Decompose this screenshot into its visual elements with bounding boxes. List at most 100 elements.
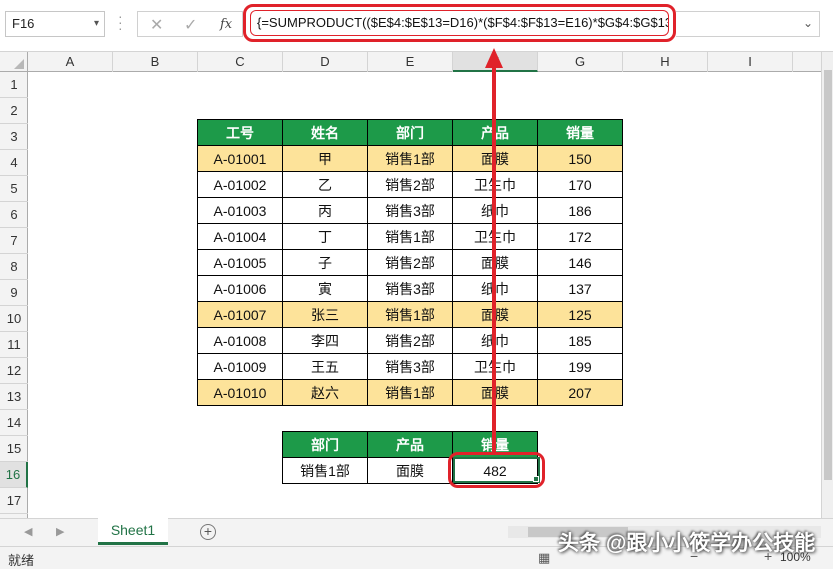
row-header-3[interactable]: 3 (0, 124, 28, 150)
row-header-9[interactable]: 9 (0, 280, 28, 306)
table-cell[interactable]: 销售2部 (367, 327, 453, 354)
table-cell[interactable]: 李四 (282, 327, 368, 354)
next-sheet-arrow-icon[interactable]: ▶ (56, 525, 64, 538)
table-cell[interactable]: 186 (537, 197, 623, 224)
table-cell[interactable]: A-01009 (197, 353, 283, 380)
table-cell[interactable]: 185 (537, 327, 623, 354)
row-header-2[interactable]: 2 (0, 98, 28, 124)
table-header-cell[interactable]: 姓名 (282, 119, 368, 146)
table-cell[interactable]: A-01001 (197, 145, 283, 172)
table-cell[interactable]: 销售2部 (367, 249, 453, 276)
name-box[interactable]: F16 ▾ (5, 11, 105, 37)
table-cell[interactable]: 纸巾 (452, 275, 538, 302)
table-cell[interactable]: 寅 (282, 275, 368, 302)
row-header-7[interactable]: 7 (0, 228, 28, 254)
table-cell[interactable]: 137 (537, 275, 623, 302)
table-cell[interactable]: 172 (537, 223, 623, 250)
column-header-g[interactable]: G (538, 52, 623, 72)
table-cell[interactable]: 199 (537, 353, 623, 380)
table-cell[interactable]: A-01004 (197, 223, 283, 250)
prev-sheet-arrow-icon[interactable]: ◀ (24, 525, 32, 538)
table-cell[interactable]: 125 (537, 301, 623, 328)
table-cell[interactable]: 150 (537, 145, 623, 172)
table-cell[interactable]: 王五 (282, 353, 368, 380)
table-cell[interactable]: 销售3部 (367, 197, 453, 224)
add-sheet-icon[interactable]: + (200, 524, 216, 540)
table-cell[interactable]: 张三 (282, 301, 368, 328)
table-cell[interactable]: 207 (537, 379, 623, 406)
table-cell[interactable]: A-01008 (197, 327, 283, 354)
table-cell[interactable]: 销售3部 (367, 275, 453, 302)
row-header-15[interactable]: 15 (0, 436, 28, 462)
table-cell[interactable]: 170 (537, 171, 623, 198)
row-header-1[interactable]: 1 (0, 72, 28, 98)
column-header-e[interactable]: E (368, 52, 453, 72)
result-header-product[interactable]: 产品 (367, 431, 453, 458)
table-header-cell[interactable]: 工号 (197, 119, 283, 146)
formula-bar-extension[interactable]: ⌄ (676, 11, 820, 37)
row-header-8[interactable]: 8 (0, 254, 28, 280)
table-cell[interactable]: A-01002 (197, 171, 283, 198)
table-cell[interactable]: 纸巾 (452, 327, 538, 354)
table-header-cell[interactable]: 部门 (367, 119, 453, 146)
enter-check-icon[interactable]: ✓ (184, 15, 197, 35)
table-cell[interactable]: 销售3部 (367, 353, 453, 380)
table-cell[interactable]: 卫生巾 (452, 353, 538, 380)
row-header-4[interactable]: 4 (0, 150, 28, 176)
table-cell[interactable]: 丙 (282, 197, 368, 224)
table-cell[interactable]: 子 (282, 249, 368, 276)
row-header-12[interactable]: 12 (0, 358, 28, 384)
row-header-11[interactable]: 11 (0, 332, 28, 358)
result-sales-cell[interactable]: 482 (448, 452, 545, 488)
table-cell[interactable]: 卫生巾 (452, 223, 538, 250)
table-cell[interactable]: A-01006 (197, 275, 283, 302)
table-cell[interactable]: A-01003 (197, 197, 283, 224)
result-header-dept[interactable]: 部门 (282, 431, 368, 458)
row-header-17[interactable]: 17 (0, 488, 28, 514)
table-cell[interactable]: 乙 (282, 171, 368, 198)
table-cell[interactable]: 卫生巾 (452, 171, 538, 198)
row-header-6[interactable]: 6 (0, 202, 28, 228)
chevron-down-icon[interactable]: ⌄ (803, 16, 813, 30)
formula-input[interactable]: {=SUMPRODUCT(($E$4:$E$13=D16)*($F$4:$F$1… (250, 10, 669, 36)
cell-grid[interactable]: 工号 姓名 部门 产品 销量 A-01001 甲销售1部 面膜 150 A-01002 乙销售2部卫… (28, 72, 821, 518)
select-all-corner[interactable] (0, 52, 28, 72)
table-cell[interactable]: 146 (537, 249, 623, 276)
table-cell[interactable]: 销售1部 (367, 301, 453, 328)
normal-view-icon[interactable]: ▦ (538, 550, 550, 566)
table-header-cell[interactable]: 销量 (537, 119, 623, 146)
table-cell[interactable]: 甲 (282, 145, 368, 172)
row-header-13[interactable]: 13 (0, 384, 28, 410)
column-header-f[interactable]: F (453, 52, 538, 72)
drag-handle-icon[interactable]: · · · (118, 9, 124, 35)
result-product-cell[interactable]: 面膜 (367, 457, 453, 484)
column-header-b[interactable]: B (113, 52, 198, 72)
table-cell[interactable]: 销售1部 (367, 379, 453, 406)
table-cell[interactable]: 销售2部 (367, 171, 453, 198)
vertical-scrollbar[interactable] (821, 52, 833, 518)
result-dept-cell[interactable]: 销售1部 (282, 457, 368, 484)
column-header-c[interactable]: C (198, 52, 283, 72)
table-cell[interactable]: 面膜 (452, 301, 538, 328)
column-header-h[interactable]: H (623, 52, 708, 72)
table-cell[interactable]: 面膜 (452, 145, 538, 172)
table-cell[interactable]: 纸巾 (452, 197, 538, 224)
column-header-d[interactable]: D (283, 52, 368, 72)
cancel-icon[interactable]: ✕ (150, 15, 163, 35)
table-cell[interactable]: 面膜 (452, 249, 538, 276)
insert-function-icon[interactable]: fx (220, 17, 232, 32)
table-cell[interactable]: 销售1部 (367, 223, 453, 250)
fill-handle[interactable] (533, 476, 539, 482)
table-cell[interactable]: A-01010 (197, 379, 283, 406)
row-header-16[interactable]: 16 (0, 462, 28, 488)
table-cell[interactable]: A-01007 (197, 301, 283, 328)
column-header-i[interactable]: I (708, 52, 793, 72)
row-header-10[interactable]: 10 (0, 306, 28, 332)
table-cell[interactable]: 丁 (282, 223, 368, 250)
row-header-5[interactable]: 5 (0, 176, 28, 202)
table-header-cell[interactable]: 产品 (452, 119, 538, 146)
chevron-down-icon[interactable]: ▾ (94, 12, 99, 36)
table-cell[interactable]: 销售1部 (367, 145, 453, 172)
vertical-scroll-thumb[interactable] (824, 70, 832, 480)
table-cell[interactable]: A-01005 (197, 249, 283, 276)
